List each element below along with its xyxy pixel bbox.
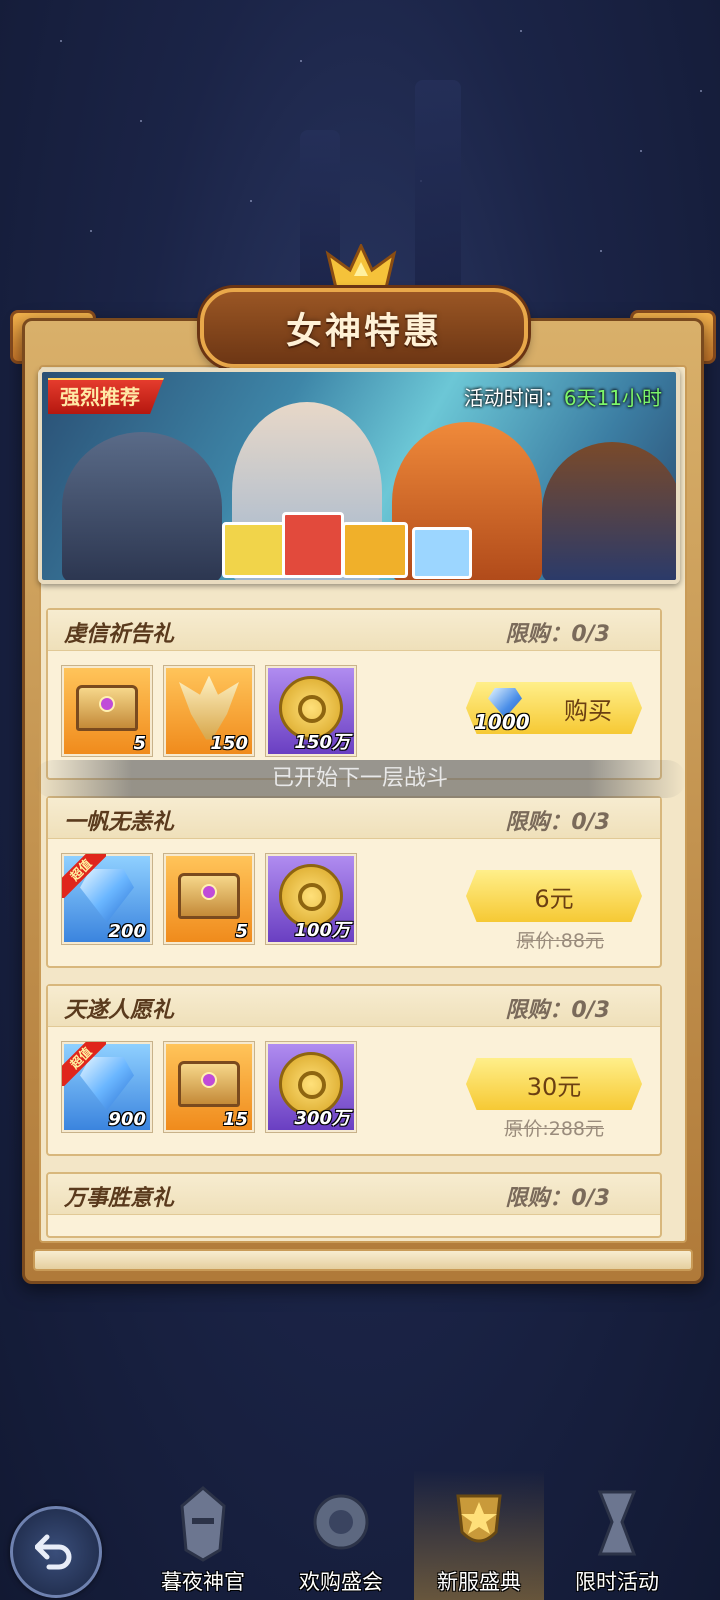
reward-item[interactable]: 150 bbox=[164, 666, 254, 756]
item-count: 900 bbox=[108, 1109, 146, 1130]
phoenix-wing-icon bbox=[179, 675, 239, 740]
item-count: 15 bbox=[222, 1109, 248, 1130]
gift-row: 一帆无恙礼 限购：0/3 超值 200 5 100万 6元 原价:88元 bbox=[46, 796, 662, 968]
gift-box bbox=[412, 527, 472, 579]
star-trophy-icon bbox=[456, 1494, 502, 1543]
nav-label: 欢购盛会 bbox=[299, 1570, 383, 1594]
reward-item[interactable]: 15 bbox=[164, 1042, 254, 1132]
hero-art-warrior bbox=[542, 442, 676, 580]
price-button[interactable]: 30元 bbox=[466, 1058, 642, 1110]
panel-bottom-bar bbox=[33, 1249, 693, 1271]
item-count: 150 bbox=[210, 733, 248, 754]
knight-helmet-icon bbox=[180, 1486, 226, 1562]
back-arrow-icon bbox=[35, 1534, 72, 1570]
reward-item[interactable]: 300万 bbox=[266, 1042, 356, 1132]
chest-icon bbox=[76, 684, 138, 731]
event-timer-value: 6天11小时 bbox=[563, 386, 662, 410]
title-plate: 女神特惠 bbox=[200, 288, 528, 368]
hourglass-icon bbox=[597, 1490, 637, 1556]
purchase-limit: 限购：0/3 bbox=[505, 810, 610, 835]
event-timer: 活动时间：6天11小时 bbox=[464, 382, 662, 411]
original-price: 原价:88元 bbox=[516, 930, 604, 952]
buy-button[interactable]: 1000 购买 bbox=[466, 682, 642, 734]
nav-label: 限时活动 bbox=[575, 1570, 659, 1594]
purchase-limit: 限购：0/3 bbox=[505, 1186, 610, 1211]
value-badge: 超值 bbox=[62, 1042, 106, 1086]
chest-icon bbox=[178, 1060, 240, 1107]
item-count: 5 bbox=[235, 921, 248, 942]
page-title: 女神特惠 bbox=[285, 311, 442, 352]
buy-button-label: 购买 bbox=[564, 696, 612, 725]
item-count: 200 bbox=[108, 921, 146, 942]
gift-row: 天遂人愿礼 限购：0/3 超值 900 15 300万 30元 原价:288元 bbox=[46, 984, 662, 1156]
price-button[interactable]: 6元 bbox=[466, 870, 642, 922]
hero-art-king bbox=[62, 432, 222, 580]
item-count: 5 bbox=[133, 733, 146, 754]
background-spire bbox=[415, 80, 461, 300]
reward-item[interactable]: 100万 bbox=[266, 854, 356, 944]
gift-name: 虔信祈告礼 bbox=[64, 622, 175, 647]
gift-box bbox=[282, 512, 344, 578]
nav-label: 暮夜神官 bbox=[161, 1570, 245, 1594]
diamond-cost: 1000 bbox=[474, 710, 530, 734]
event-banner: 强烈推荐 活动时间：6天11小时 bbox=[38, 368, 680, 584]
battle-toast: 已开始下一层战斗 bbox=[34, 760, 686, 798]
event-timer-label: 活动时间： bbox=[463, 386, 564, 410]
reward-item[interactable]: 5 bbox=[62, 666, 152, 756]
nav-tab[interactable]: 欢购盛会 bbox=[276, 1470, 406, 1600]
shield-emblem-icon bbox=[313, 1494, 369, 1550]
nav-tab-active[interactable]: 新服盛典 bbox=[414, 1470, 544, 1600]
item-count: 300万 bbox=[294, 1108, 350, 1129]
reward-item[interactable]: 超值 200 bbox=[62, 854, 152, 944]
item-count: 150万 bbox=[294, 732, 350, 753]
nav-tab[interactable]: 暮夜神官 bbox=[138, 1470, 268, 1600]
bottom-nav: 暮夜神官 欢购盛会 新服盛典 限时活动 bbox=[0, 1450, 720, 1600]
reward-item[interactable]: 超值 900 bbox=[62, 1042, 152, 1132]
original-price: 原价:288元 bbox=[504, 1118, 604, 1140]
nav-label: 新服盛典 bbox=[437, 1570, 521, 1594]
item-count: 100万 bbox=[294, 920, 350, 941]
purchase-limit: 限购：0/3 bbox=[505, 998, 610, 1023]
reward-item[interactable]: 150万 bbox=[266, 666, 356, 756]
gift-row: 万事胜意礼 限购：0/3 bbox=[46, 1172, 662, 1238]
chest-icon bbox=[178, 872, 240, 919]
gift-name: 天遂人愿礼 bbox=[64, 998, 175, 1023]
nav-tab[interactable]: 限时活动 bbox=[552, 1470, 682, 1600]
value-badge: 超值 bbox=[62, 854, 106, 898]
gift-name: 万事胜意礼 bbox=[64, 1186, 175, 1211]
back-button[interactable] bbox=[10, 1506, 102, 1598]
reward-item[interactable]: 5 bbox=[164, 854, 254, 944]
gift-box bbox=[342, 522, 408, 578]
recommend-tag: 强烈推荐 bbox=[48, 378, 164, 414]
gift-row: 虔信祈告礼 限购：0/3 5 150 150万 1000 购买 bbox=[46, 608, 662, 780]
gift-box bbox=[222, 522, 288, 578]
purchase-limit: 限购：0/3 bbox=[505, 622, 610, 647]
gift-name: 一帆无恙礼 bbox=[64, 810, 175, 835]
